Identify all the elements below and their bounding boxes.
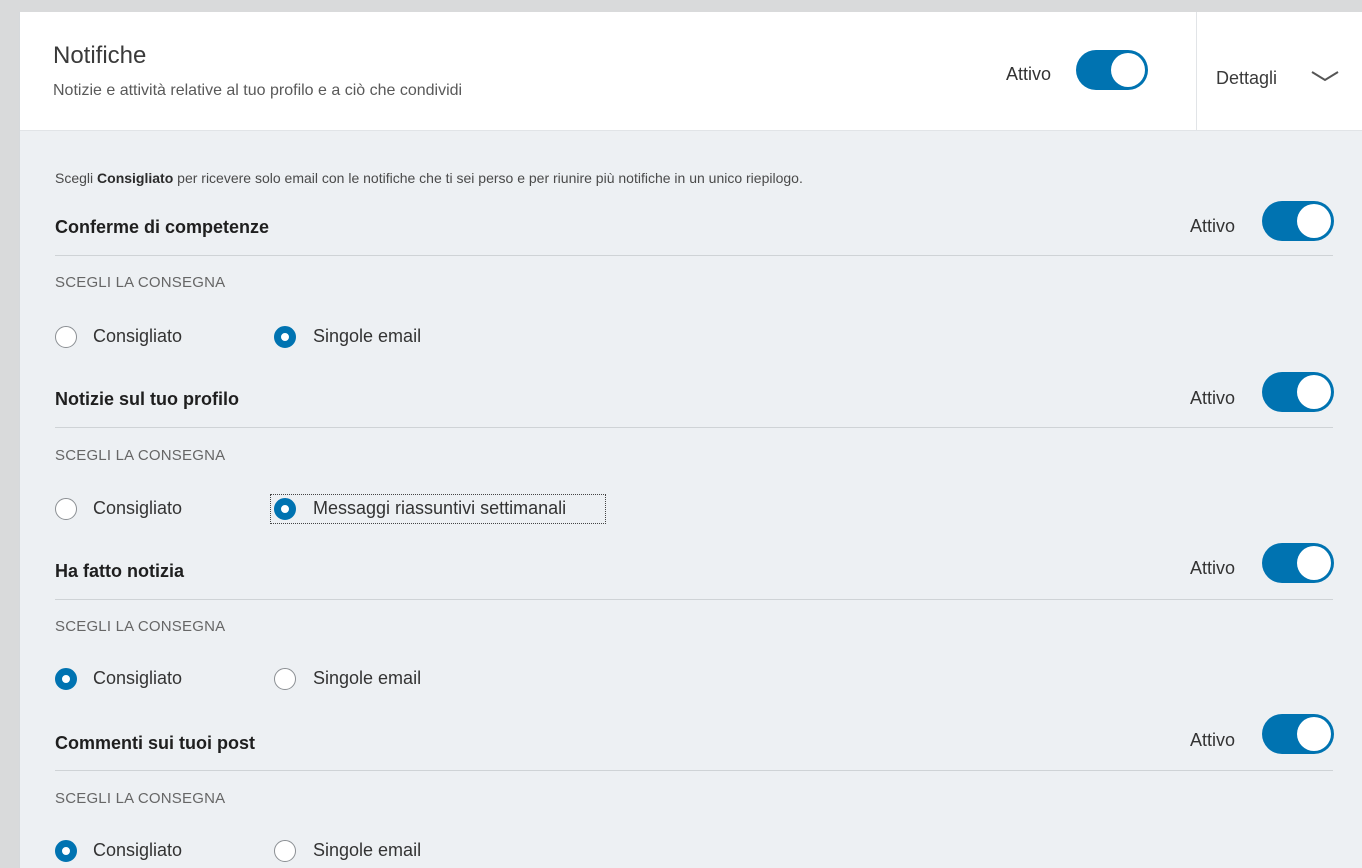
radio-singole-email[interactable] (274, 668, 296, 690)
section-status-label: Attivo (1190, 558, 1236, 578)
radio-consigliato[interactable] (55, 326, 77, 348)
radio-consigliato[interactable] (55, 840, 77, 862)
toggle-knob (1297, 375, 1331, 409)
divider (55, 427, 1333, 428)
header-status-label: Attivo (1006, 64, 1052, 84)
section-title: Conferme di competenze (55, 217, 270, 237)
divider (55, 599, 1333, 600)
radio-label-consigliato[interactable]: Consigliato (93, 668, 182, 689)
details-button[interactable]: Dettagli (1216, 68, 1277, 89)
radio-consigliato[interactable] (55, 498, 77, 520)
radio-label-consigliato[interactable]: Consigliato (93, 498, 182, 519)
divider (55, 770, 1333, 771)
notifications-master-toggle[interactable] (1076, 50, 1148, 90)
notifications-panel: Notifiche Notizie e attività relative al… (19, 12, 1362, 868)
notifications-header: Notifiche Notizie e attività relative al… (20, 12, 1362, 131)
section-status-label: Attivo (1190, 216, 1236, 236)
section-toggle[interactable] (1262, 714, 1334, 754)
radio-consigliato[interactable] (55, 668, 77, 690)
intro-suffix: per ricevere solo email con le notifiche… (173, 170, 803, 186)
radio-label-singole-email[interactable]: Singole email (313, 326, 421, 347)
toggle-knob (1297, 717, 1331, 751)
radio-weekly-digest[interactable] (274, 498, 296, 520)
radio-label-consigliato[interactable]: Consigliato (93, 840, 182, 861)
toggle-knob (1297, 204, 1331, 238)
intro-bold: Consigliato (97, 170, 174, 186)
section-title: Commenti sui tuoi post (55, 733, 255, 753)
radio-label-weekly-digest[interactable]: Messaggi riassuntivi settimanali (313, 498, 566, 519)
intro-text: Scegli Consigliato per ricevere solo ema… (55, 170, 803, 186)
section-toggle[interactable] (1262, 372, 1334, 412)
section-status-label: Attivo (1190, 388, 1236, 408)
page-subtitle: Notizie e attività relative al tuo profi… (53, 82, 463, 99)
divider (55, 255, 1333, 256)
section-toggle[interactable] (1262, 543, 1334, 583)
radio-singole-email[interactable] (274, 326, 296, 348)
delivery-caption: SCEGLI LA CONSEGNA (55, 618, 226, 635)
section-title: Notizie sul tuo profilo (55, 389, 239, 409)
radio-label-singole-email[interactable]: Singole email (313, 668, 421, 689)
section-toggle[interactable] (1262, 201, 1334, 241)
radio-singole-email[interactable] (274, 840, 296, 862)
section-status-label: Attivo (1190, 730, 1236, 750)
chevron-down-icon[interactable] (1310, 68, 1340, 84)
intro-prefix: Scegli (55, 170, 98, 186)
radio-label-consigliato[interactable]: Consigliato (93, 326, 182, 347)
section-title: Ha fatto notizia (55, 561, 184, 581)
toggle-knob (1297, 546, 1331, 580)
page-title: Notifiche (53, 42, 147, 69)
radio-label-singole-email[interactable]: Singole email (313, 840, 421, 861)
delivery-caption: SCEGLI LA CONSEGNA (55, 447, 226, 464)
delivery-caption: SCEGLI LA CONSEGNA (55, 274, 226, 291)
toggle-knob (1111, 53, 1145, 87)
delivery-caption: SCEGLI LA CONSEGNA (55, 790, 226, 807)
header-divider (1196, 12, 1197, 130)
